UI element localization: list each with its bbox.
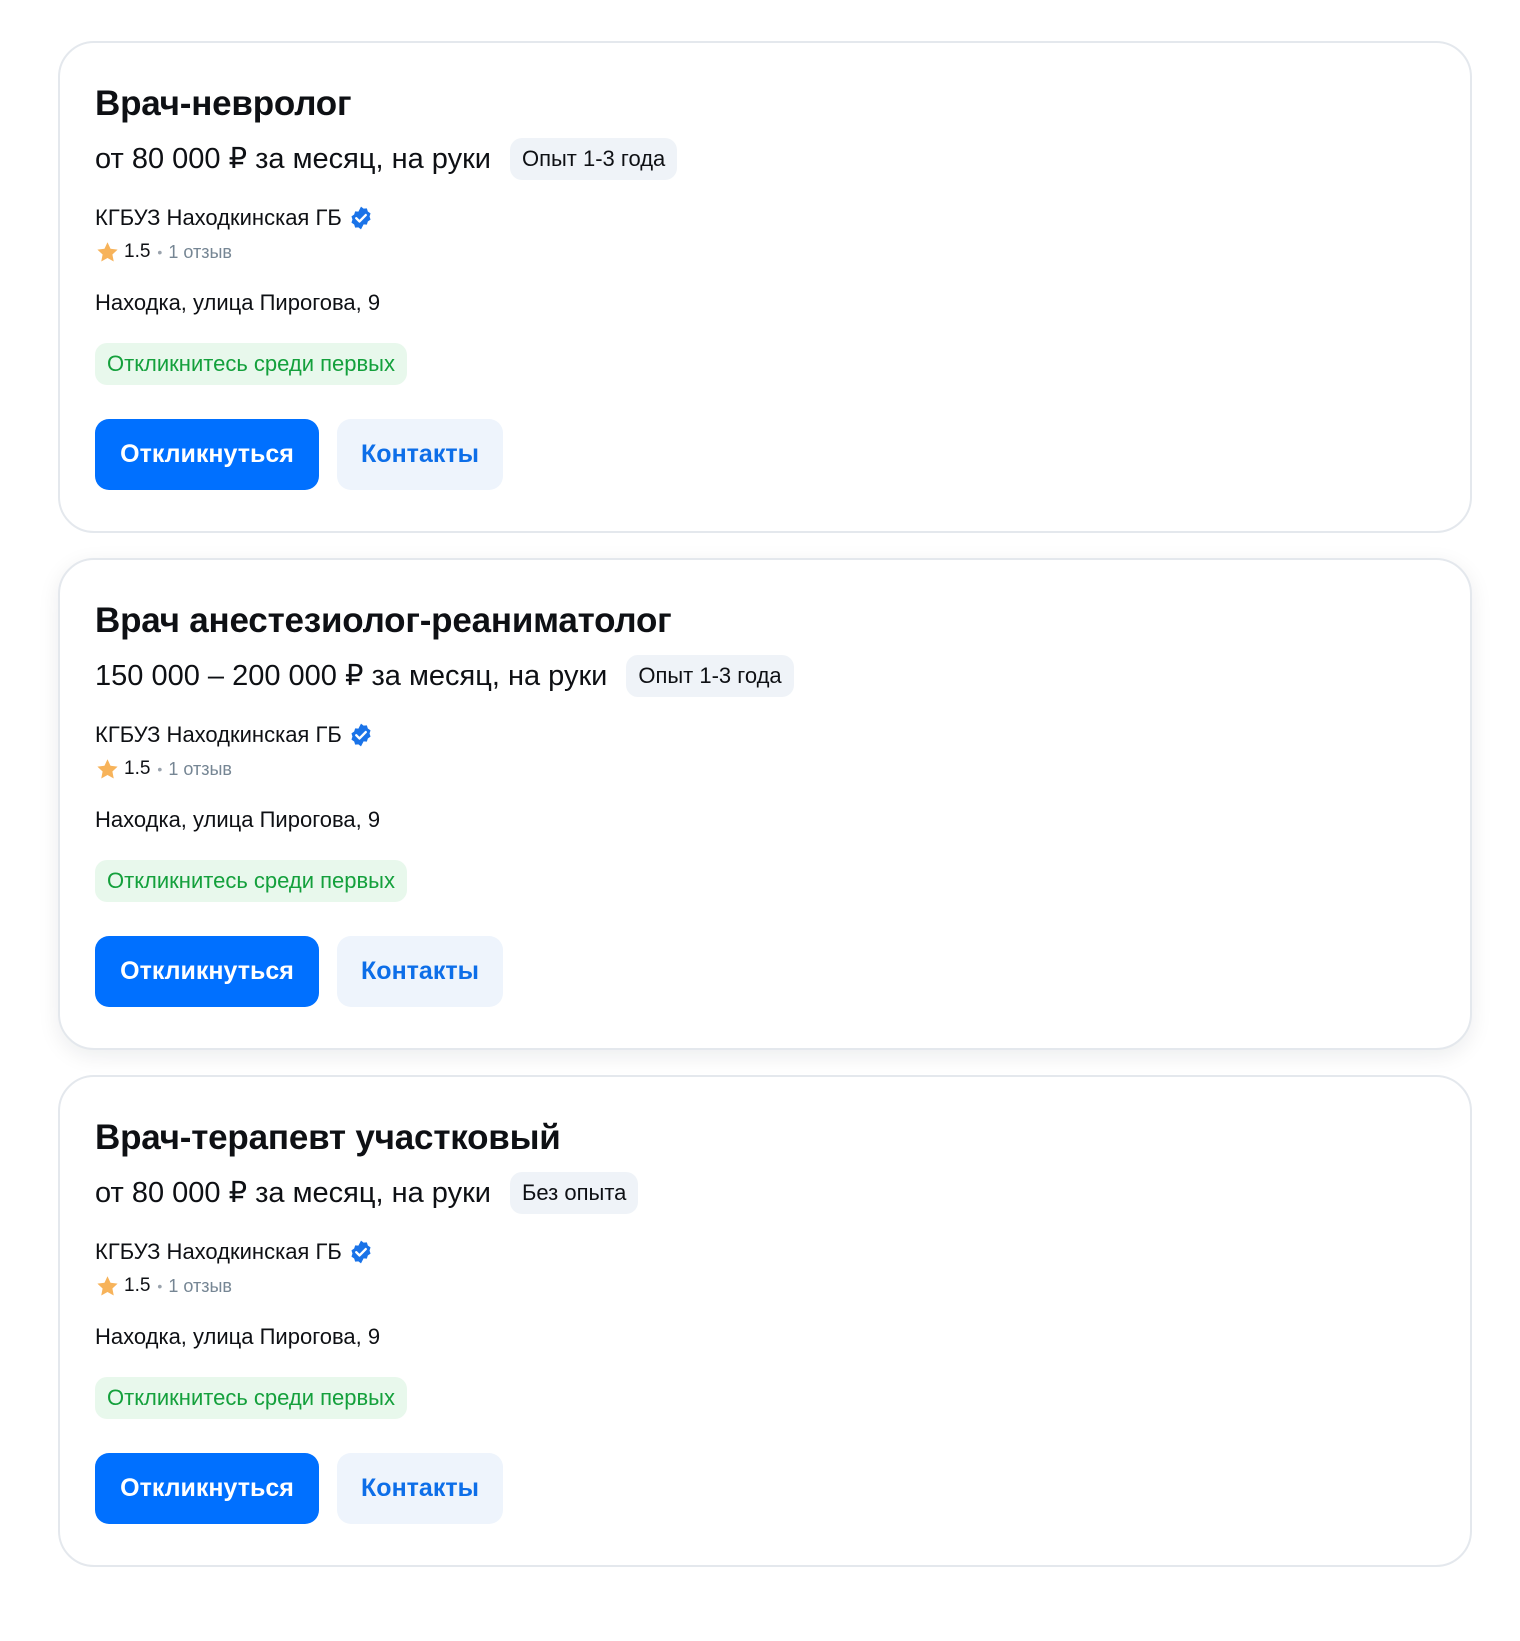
vacancy-title[interactable]: Врач-терапевт участковый <box>95 1115 1470 1161</box>
rating-row: 1.5 • 1 отзыв <box>95 237 1470 267</box>
verified-check-icon <box>348 1239 374 1265</box>
action-buttons: Откликнуться Контакты <box>95 1453 1470 1524</box>
company-row: КГБУЗ Находкинская ГБ <box>95 202 1470 234</box>
contacts-button[interactable]: Контакты <box>337 419 503 490</box>
respond-first-badge: Откликнитесь среди первых <box>95 343 407 385</box>
salary-row: от 80 000 ₽ за месяц, на руки Опыт 1-3 г… <box>95 137 1470 181</box>
action-buttons: Откликнуться Контакты <box>95 419 1470 490</box>
star-icon <box>95 1274 120 1299</box>
action-buttons: Откликнуться Контакты <box>95 936 1470 1007</box>
rating-value: 1.5 <box>124 1275 151 1296</box>
vacancy-card[interactable]: Врач анестезиолог-реаниматолог 150 000 –… <box>58 558 1472 1050</box>
contacts-button[interactable]: Контакты <box>337 936 503 1007</box>
verified-check-icon <box>348 205 374 231</box>
rating-value: 1.5 <box>124 241 151 262</box>
company-name[interactable]: КГБУЗ Находкинская ГБ <box>95 1236 342 1268</box>
separator-dot: • <box>157 1278 163 1294</box>
salary-row: 150 000 – 200 000 ₽ за месяц, на руки Оп… <box>95 654 1470 698</box>
vacancy-card[interactable]: Врач-терапевт участковый от 80 000 ₽ за … <box>58 1075 1472 1567</box>
respond-button[interactable]: Откликнуться <box>95 936 319 1007</box>
vacancy-address: Находка, улица Пирогова, 9 <box>95 1324 381 1349</box>
company-row: КГБУЗ Находкинская ГБ <box>95 1236 1470 1268</box>
reviews-count[interactable]: 1 отзыв <box>168 1276 232 1297</box>
reviews-count[interactable]: 1 отзыв <box>168 242 232 263</box>
vacancy-title[interactable]: Врач-невролог <box>95 81 1470 127</box>
rating-row: 1.5 • 1 отзыв <box>95 754 1470 784</box>
star-icon <box>95 757 120 782</box>
reviews-count[interactable]: 1 отзыв <box>168 759 232 780</box>
star-icon <box>95 240 120 265</box>
vacancy-list: Врач-невролог от 80 000 ₽ за месяц, на р… <box>58 41 1472 1592</box>
vacancy-card[interactable]: Врач-невролог от 80 000 ₽ за месяц, на р… <box>58 41 1472 533</box>
respond-first-badge: Откликнитесь среди первых <box>95 860 407 902</box>
company-row: КГБУЗ Находкинская ГБ <box>95 719 1470 751</box>
experience-badge: Опыт 1-3 года <box>626 655 794 697</box>
rating-value: 1.5 <box>124 758 151 779</box>
experience-badge: Опыт 1-3 года <box>509 138 678 180</box>
respond-first-badge: Откликнитесь среди первых <box>95 1377 407 1419</box>
respond-button[interactable]: Откликнуться <box>95 1453 319 1524</box>
vacancy-address: Находка, улица Пирогова, 9 <box>95 807 381 832</box>
salary-text: от 80 000 ₽ за месяц, на руки <box>95 143 491 175</box>
vacancy-title[interactable]: Врач анестезиолог-реаниматолог <box>95 598 1470 644</box>
vacancy-address: Находка, улица Пирогова, 9 <box>95 290 381 315</box>
salary-text: от 80 000 ₽ за месяц, на руки <box>95 1177 491 1209</box>
company-name[interactable]: КГБУЗ Находкинская ГБ <box>95 202 342 234</box>
salary-text: 150 000 – 200 000 ₽ за месяц, на руки <box>95 660 608 692</box>
experience-badge: Без опыта <box>509 1172 639 1214</box>
verified-check-icon <box>348 722 374 748</box>
company-name[interactable]: КГБУЗ Находкинская ГБ <box>95 719 342 751</box>
respond-button[interactable]: Откликнуться <box>95 419 319 490</box>
separator-dot: • <box>157 761 163 777</box>
contacts-button[interactable]: Контакты <box>337 1453 503 1524</box>
salary-row: от 80 000 ₽ за месяц, на руки Без опыта <box>95 1171 1470 1215</box>
rating-row: 1.5 • 1 отзыв <box>95 1271 1470 1301</box>
separator-dot: • <box>157 244 163 260</box>
